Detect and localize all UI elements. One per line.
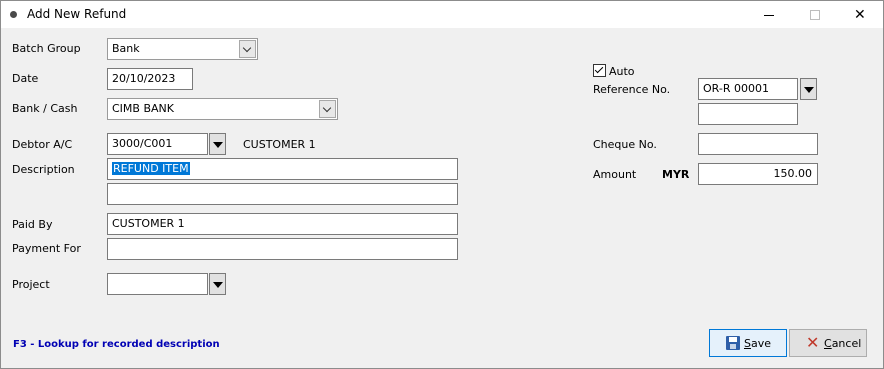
- check-icon: [594, 64, 604, 74]
- amount-label: Amount: [593, 168, 637, 181]
- chevron-down-icon: [322, 103, 332, 113]
- reference-dropdown-button[interactable]: [800, 78, 817, 100]
- cheque-number-field[interactable]: [698, 133, 818, 155]
- bank-cash-label: Bank / Cash: [12, 102, 78, 115]
- triangle-down-icon: [213, 282, 223, 288]
- window-title: Add New Refund: [27, 7, 127, 21]
- triangle-down-icon: [213, 142, 223, 148]
- cancel-label-rest: ancel: [831, 337, 862, 350]
- payment-for-label: Payment For: [12, 242, 81, 255]
- app-icon: [10, 11, 17, 18]
- description-field[interactable]: REFUND ITEM: [107, 158, 458, 180]
- save-label-rest: ave: [750, 337, 772, 350]
- auto-label: Auto: [609, 65, 635, 78]
- paid-by-field[interactable]: CUSTOMER 1: [107, 213, 458, 235]
- debtor-name: CUSTOMER 1: [243, 138, 316, 151]
- auto-checkbox[interactable]: [593, 64, 606, 77]
- debtor-label: Debtor A/C: [12, 138, 73, 151]
- lookup-hint: F3 - Lookup for recorded description: [13, 339, 220, 350]
- batch-group-value: Bank: [112, 42, 140, 55]
- title-bar: Add New Refund ✕: [1, 1, 883, 29]
- cheque-label: Cheque No.: [593, 138, 657, 151]
- bank-cash-select[interactable]: CIMB BANK: [107, 98, 338, 120]
- debtor-account-field[interactable]: 3000/C001: [107, 133, 208, 155]
- description-selected-text: REFUND ITEM: [112, 162, 190, 175]
- cancel-button-label: Cancel: [824, 337, 862, 350]
- batch-group-select[interactable]: Bank: [107, 38, 258, 60]
- project-label: Project: [12, 278, 50, 291]
- add-new-refund-dialog: Add New Refund ✕ Batch Group Bank Date 2…: [0, 0, 884, 369]
- maximize-button[interactable]: [792, 1, 838, 29]
- batch-group-dropdown-button[interactable]: [239, 40, 256, 58]
- batch-group-label: Batch Group: [12, 42, 81, 55]
- cancel-x-icon: ✕: [806, 333, 820, 352]
- maximize-icon: [810, 10, 820, 20]
- reference-number-field[interactable]: OR-R 00001: [698, 78, 798, 100]
- bank-cash-value: CIMB BANK: [112, 102, 174, 115]
- minimize-button[interactable]: [746, 1, 792, 29]
- close-button[interactable]: ✕: [838, 1, 884, 29]
- chevron-down-icon: [242, 43, 252, 53]
- close-icon: ✕: [854, 7, 866, 23]
- cancel-button[interactable]: ✕ Cancel: [789, 329, 867, 357]
- description-line2-field[interactable]: [107, 183, 458, 205]
- save-button[interactable]: Save: [709, 329, 787, 357]
- save-button-label: Save: [744, 337, 772, 350]
- date-label: Date: [12, 72, 39, 85]
- triangle-down-icon: [804, 87, 814, 93]
- bank-cash-dropdown-button[interactable]: [319, 100, 336, 118]
- project-lookup-button[interactable]: [209, 273, 226, 295]
- debtor-lookup-button[interactable]: [209, 133, 226, 155]
- currency-code: MYR: [662, 168, 690, 181]
- project-field[interactable]: [107, 273, 208, 295]
- reference-label: Reference No.: [593, 83, 671, 96]
- floppy-disk-icon: [726, 336, 740, 350]
- date-field[interactable]: 20/10/2023: [107, 68, 193, 90]
- paid-by-label: Paid By: [12, 218, 53, 231]
- reference-line2-field[interactable]: [698, 103, 798, 125]
- payment-for-field[interactable]: [107, 238, 458, 260]
- description-label: Description: [12, 163, 75, 176]
- minimize-icon: [764, 15, 774, 16]
- amount-field[interactable]: 150.00: [698, 163, 818, 185]
